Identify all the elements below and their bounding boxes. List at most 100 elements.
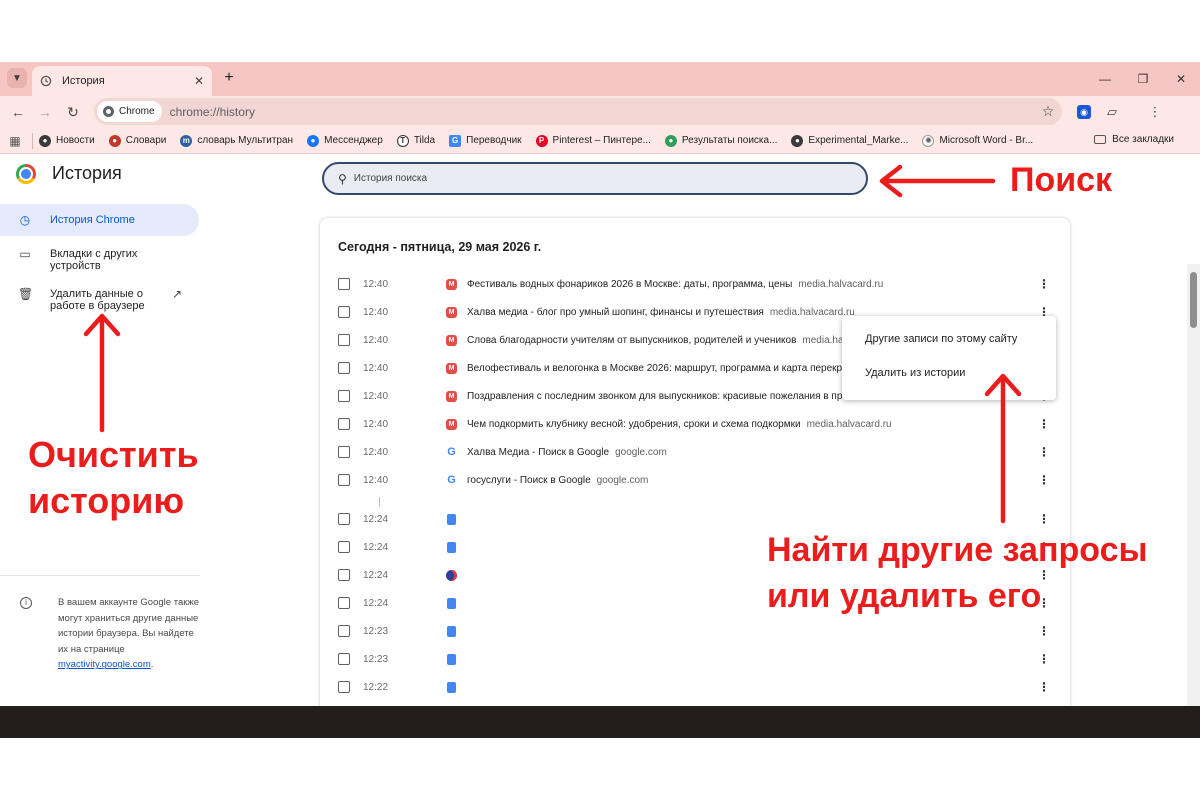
row-checkbox[interactable] xyxy=(338,362,350,374)
new-tab-button[interactable]: + xyxy=(220,68,238,88)
sidebar-item-label: История Chrome xyxy=(50,214,135,226)
close-window-icon[interactable]: ✕ xyxy=(1162,62,1200,96)
row-checkbox[interactable] xyxy=(338,446,350,458)
tab-search-button[interactable]: ▼ xyxy=(7,68,27,88)
row-title: Фестиваль водных фонариков 2026 в Москве… xyxy=(467,278,793,290)
bookmark-label: Мессенджер xyxy=(324,135,383,146)
apps-grid-icon[interactable]: ▦ xyxy=(0,134,30,148)
row-title-link[interactable]: Поздравления с последним звонком для вып… xyxy=(467,391,852,402)
myactivity-link[interactable]: myactivity.google.com xyxy=(58,659,151,670)
url-text[interactable]: chrome://history xyxy=(170,105,1034,119)
row-checkbox[interactable] xyxy=(338,597,350,609)
restore-icon[interactable]: ❐ xyxy=(1124,62,1162,96)
row-checkbox[interactable] xyxy=(338,390,350,402)
bookmark-item[interactable]: ● Мессенджер xyxy=(307,134,383,147)
row-checkbox[interactable] xyxy=(338,306,350,318)
row-checkbox[interactable] xyxy=(338,278,350,290)
word-icon: ✺ xyxy=(922,134,935,147)
tab-history[interactable]: История ✕ xyxy=(32,66,212,96)
more-menu-icon[interactable]: ⋮ xyxy=(1146,103,1164,121)
bookmark-item[interactable]: ✺ Microsoft Word - Br... xyxy=(922,134,1033,147)
bookmark-item[interactable]: ● Словари xyxy=(108,134,166,147)
minimize-icon[interactable]: — xyxy=(1086,62,1124,96)
halvacard-icon: M xyxy=(446,362,457,374)
history-row[interactable]: 12:40 Gгосуслуги - Поиск в Google google.c… xyxy=(320,468,1070,492)
row-title-link[interactable]: Фестиваль водных фонариков 2026 в Москве… xyxy=(467,279,883,290)
row-title-link[interactable]: Велофестиваль и велогонка в Москве 2026:… xyxy=(467,363,859,374)
more-vert-icon[interactable]: ⋮ xyxy=(1038,418,1050,430)
bookmark-item[interactable]: ● Новости xyxy=(39,134,95,147)
more-vert-icon[interactable]: ⋮ xyxy=(1038,625,1050,637)
sidebar-item-other-devices[interactable]: ▭ Вкладки с других устройств xyxy=(0,240,210,280)
history-row[interactable]: 12:40 M Фестиваль водных фонариков 2026 в … xyxy=(320,272,1070,296)
bookmark-item[interactable]: ● Experimental_Marke... xyxy=(791,134,909,147)
bookmark-item[interactable]: P Pinterest – Пинтере... xyxy=(535,134,651,147)
bookmark-item[interactable]: m словарь Мультитран xyxy=(180,134,294,147)
more-vert-icon[interactable]: ⋮ xyxy=(1038,278,1050,290)
address-bar[interactable]: Chrome chrome://history ☆ xyxy=(94,98,1062,125)
forward-arrow-icon[interactable]: → xyxy=(36,103,54,121)
row-time: 12:40 xyxy=(363,362,389,374)
history-search[interactable]: ⚲ xyxy=(322,162,868,195)
history-row[interactable]: 12:23 ⋮ xyxy=(320,647,1070,671)
more-vert-icon[interactable]: ⋮ xyxy=(1038,653,1050,665)
row-checkbox[interactable] xyxy=(338,625,350,637)
history-row[interactable]: 12:40 M Чем подкормить клубнику весной: уд… xyxy=(320,412,1070,436)
extension-button[interactable]: ◉ xyxy=(1075,103,1093,121)
history-row[interactable]: 12:40 G Халва Медиа - Поиск в Google google… xyxy=(320,440,1070,464)
bookmark-label: Experimental_Marke... xyxy=(808,135,909,146)
docs-icon xyxy=(447,625,456,637)
row-checkbox[interactable] xyxy=(338,653,350,665)
remove-from-history-item[interactable]: Удалить из истории xyxy=(842,356,1056,390)
site-chip[interactable]: Chrome xyxy=(97,101,162,122)
row-title: Халва Медиа - Поиск в Google xyxy=(467,446,610,458)
scrollbar-thumb[interactable] xyxy=(1190,272,1197,328)
more-vert-icon[interactable]: ⋮ xyxy=(1038,474,1050,486)
all-bookmarks-button[interactable]: Все закладки xyxy=(1094,134,1174,145)
docs-icon xyxy=(447,681,456,693)
close-icon[interactable]: ✕ xyxy=(194,74,204,88)
sidebar-item-clear-data[interactable]: 🗑 Удалить данные о работе в браузере ↗ xyxy=(0,280,210,320)
google-icon: G xyxy=(447,474,456,486)
more-vert-icon[interactable]: ⋮ xyxy=(1038,446,1050,458)
history-row[interactable]: 12:23 ⋮ xyxy=(320,619,1070,643)
row-checkbox[interactable] xyxy=(338,681,350,693)
sidebar-item-chrome-history[interactable]: ◷ История Chrome xyxy=(0,204,199,236)
row-title-link[interactable]: Халва Медиа - Поиск в Google google.com xyxy=(467,447,667,458)
row-checkbox[interactable] xyxy=(338,418,350,430)
annotation-find-line1: Найти другие запросы xyxy=(767,531,1148,569)
search-icon: ⚲ xyxy=(338,171,347,186)
scrollbar[interactable] xyxy=(1187,264,1200,738)
row-checkbox[interactable] xyxy=(338,334,350,346)
row-title-link[interactable]: Слова благодарности учителям от выпускни… xyxy=(467,335,856,346)
chevron-down-icon: ▼ xyxy=(12,72,22,84)
more-vert-icon[interactable]: ⋮ xyxy=(1038,681,1050,693)
row-checkbox[interactable] xyxy=(338,474,350,486)
row-title-link[interactable]: Халва медиа - блог про умный шопинг, фин… xyxy=(467,307,855,318)
row-checkbox[interactable] xyxy=(338,541,350,553)
row-checkbox[interactable] xyxy=(338,513,350,525)
extensions-puzzle-icon[interactable]: ▱ xyxy=(1103,103,1121,121)
row-time: 12:40 xyxy=(363,278,389,290)
row-title-link[interactable]: госуслуги - Поиск в Google google.com xyxy=(467,475,648,486)
reload-icon[interactable]: ↻ xyxy=(64,103,82,121)
more-from-site-item[interactable]: Другие записи по этому сайту xyxy=(842,322,1056,356)
account-note-end: . xyxy=(150,659,154,671)
globe-icon: ● xyxy=(791,134,804,147)
account-note-body: В вашем аккаунте Google также могут хран… xyxy=(58,597,200,655)
bookmark-item[interactable]: ● Результаты поиска... xyxy=(664,134,777,147)
back-arrow-icon[interactable]: ← xyxy=(9,103,27,121)
row-title-link[interactable]: Чем подкормить клубнику весной: удобрени… xyxy=(467,419,892,430)
bookmark-star-icon[interactable]: ☆ xyxy=(1034,103,1062,120)
bookmark-item[interactable]: G Переводчик xyxy=(449,134,522,147)
bookmark-label: словарь Мультитран xyxy=(197,135,294,146)
history-row[interactable]: 12:22 ⋮ xyxy=(320,675,1070,699)
row-title: Чем подкормить клубнику весной: удобрени… xyxy=(467,418,801,430)
search-input[interactable] xyxy=(353,173,754,184)
bookmark-label: Новости xyxy=(56,135,95,146)
bookmark-item[interactable]: T Tilda xyxy=(396,134,435,147)
row-checkbox[interactable] xyxy=(338,569,350,581)
row-time: 12:23 xyxy=(363,653,389,665)
more-vert-icon[interactable]: ⋮ xyxy=(1038,513,1050,525)
pinterest-icon: P xyxy=(535,134,548,147)
